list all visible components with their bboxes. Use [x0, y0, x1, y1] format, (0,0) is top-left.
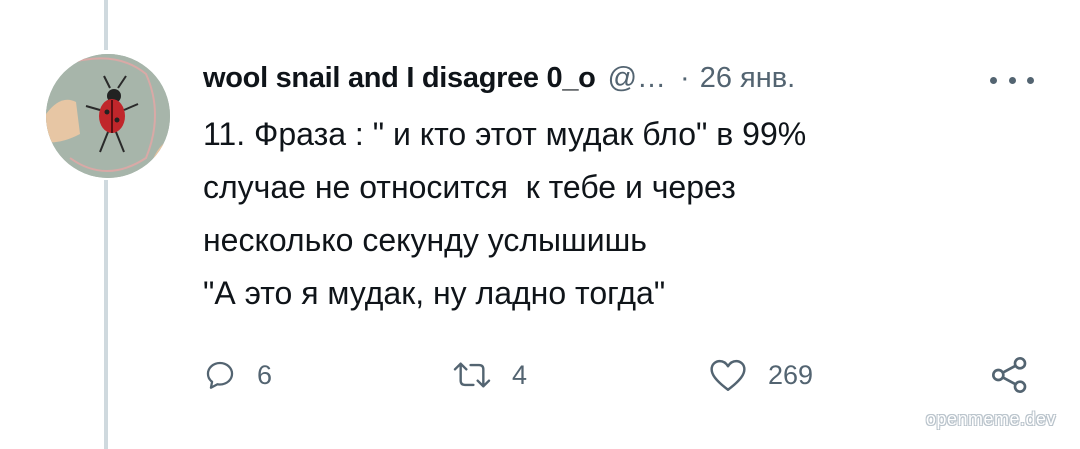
reply-button[interactable]: 6	[203, 350, 272, 400]
share-nodes-icon	[992, 357, 1027, 393]
more-dots-icon[interactable]	[990, 66, 1034, 94]
retweet-count: 4	[512, 359, 528, 390]
action-bar: 6 4 269	[0, 350, 1080, 400]
watermark: openmeme.dev	[925, 409, 1056, 429]
thread-line-bottom	[104, 180, 108, 449]
thread-line-top	[104, 0, 108, 50]
share-button[interactable]	[990, 350, 1030, 400]
like-count: 269	[768, 359, 814, 390]
like-button[interactable]: 269	[708, 350, 813, 400]
heart-icon	[710, 359, 746, 391]
avatar-image	[46, 54, 170, 178]
tweet-text-line: случае не относится к тебе и через	[203, 169, 736, 205]
avatar[interactable]	[46, 54, 170, 178]
tweet-text-line: "А это я мудак, ну ладно тогда"	[203, 275, 666, 311]
speech-bubble-icon	[206, 361, 234, 389]
separator-dot: ·	[680, 61, 690, 94]
tweet-text: 11. Фраза : " и кто этот мудак бло" в 99…	[203, 108, 1043, 320]
tweet-date[interactable]: 26 янв.	[700, 62, 796, 95]
author-handle[interactable]: @…	[608, 62, 666, 95]
tweet-text-line: несколько секунду услышишь	[203, 222, 647, 258]
retweet-arrows-icon	[453, 362, 491, 388]
author-name[interactable]: wool snail and I disagree 0_o	[203, 62, 596, 95]
retweet-button[interactable]: 4	[452, 350, 527, 400]
tweet-text-line: 11. Фраза : " и кто этот мудак бло" в 99…	[203, 116, 807, 152]
tweet-header: wool snail and I disagree 0_o @… · 26 ян…	[203, 58, 795, 98]
reply-count: 6	[257, 359, 273, 390]
